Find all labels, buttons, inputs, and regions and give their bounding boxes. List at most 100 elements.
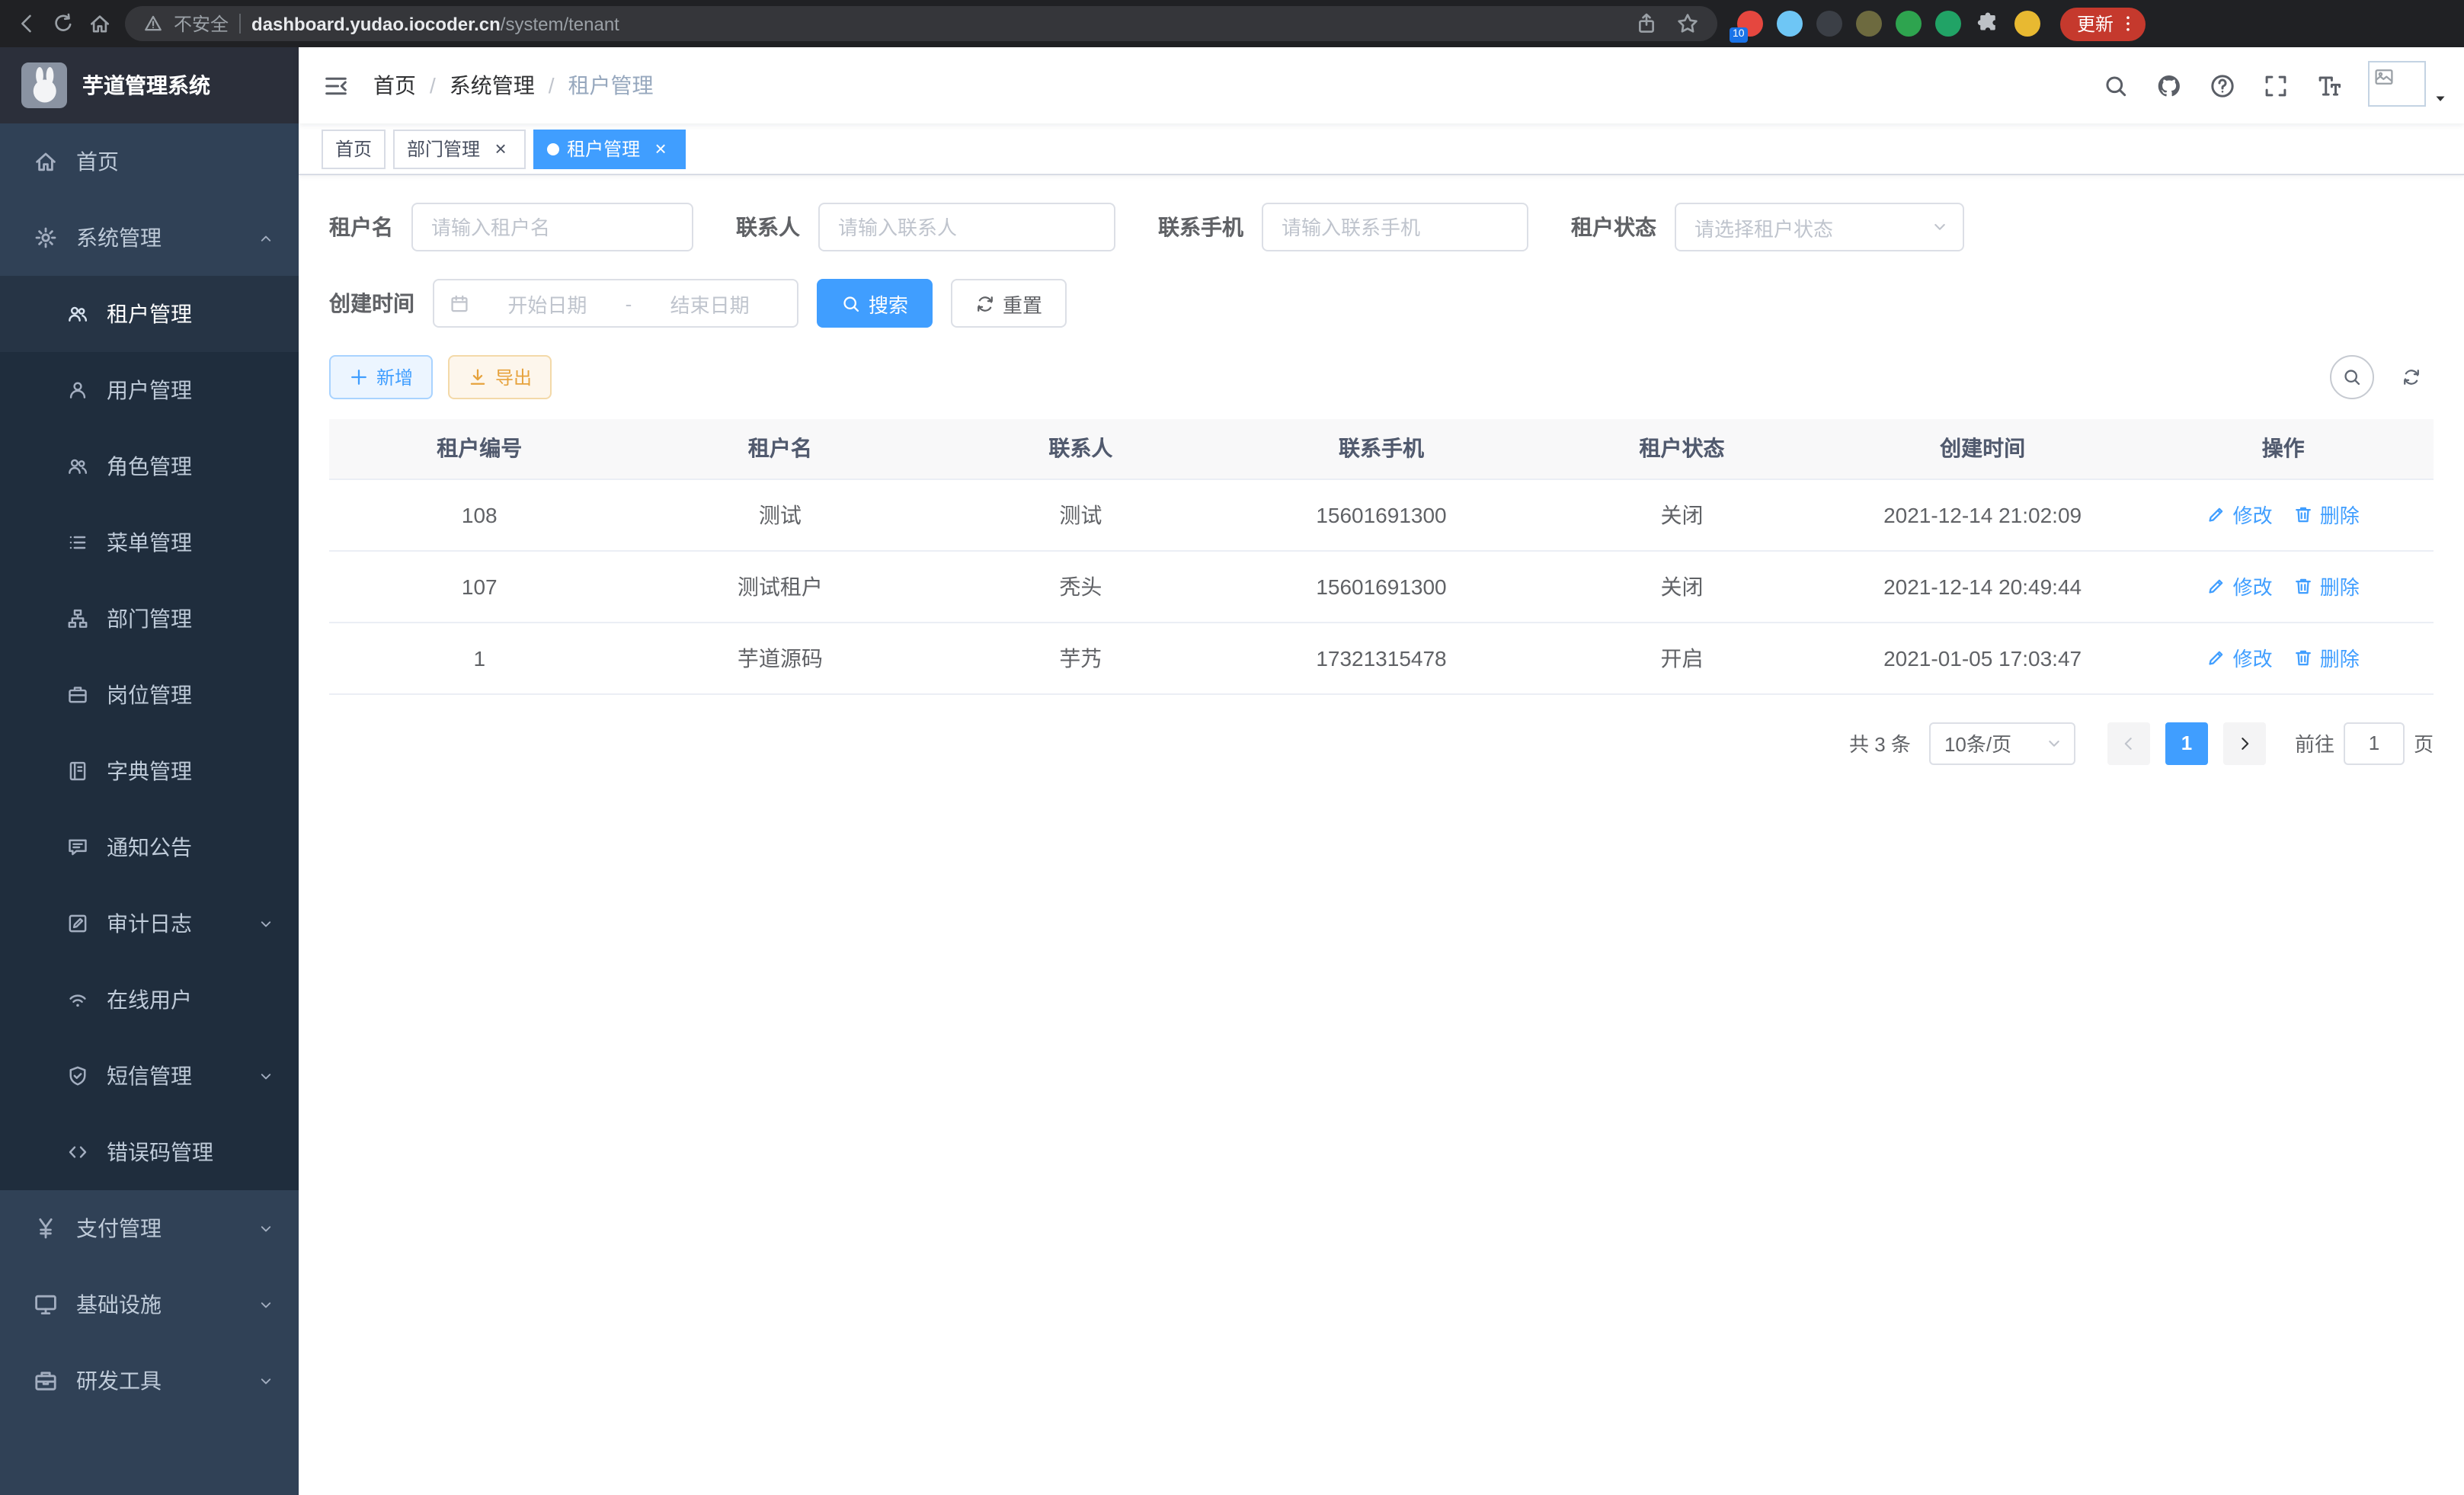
page-1-button[interactable]: 1 [2165,722,2208,764]
toggle-search-button[interactable] [2330,355,2374,399]
page-content: 租户名 联系人 联系手机 租户状态 请选择租户状态 [299,175,2464,1495]
sidebar-item-label: 岗位管理 [107,680,192,710]
edit-button[interactable]: 修改 [2207,643,2273,672]
add-button[interactable]: 新增 [329,355,433,399]
extension-icon[interactable]: 10 [1737,11,1763,37]
sidebar-item-sms[interactable]: 短信管理 [0,1038,299,1114]
refresh-icon [2402,367,2421,387]
edit-button[interactable]: 修改 [2207,571,2273,600]
header-search-icon[interactable] [2089,72,2142,98]
tab-home[interactable]: 首页 [322,129,386,168]
extension-icon[interactable] [1896,11,1922,37]
extension-icon[interactable] [1816,11,1842,37]
close-icon[interactable]: × [489,137,512,160]
table-cell: 测试租户 [630,550,931,622]
close-icon[interactable]: × [649,137,672,160]
user-avatar-menu[interactable] [2368,61,2449,110]
sidebar-item-audit[interactable]: 审计日志 [0,885,299,962]
app-logo[interactable]: 芋道管理系统 [0,47,299,123]
chevron-down-icon [258,1372,274,1389]
breadcrumb-separator: / [430,73,436,98]
profile-avatar[interactable] [2014,11,2040,37]
sidebar-item-post[interactable]: 岗位管理 [0,657,299,733]
breadcrumb-separator: / [549,73,555,98]
tenant-status-select[interactable]: 请选择租户状态 [1675,203,1964,251]
fullscreen-icon[interactable] [2249,72,2302,98]
column-header: 操作 [2133,419,2434,479]
extensions-menu-icon[interactable] [1975,11,2001,37]
table-row: 107测试租户秃头15601691300关闭2021-12-14 20:49:4… [329,550,2434,622]
tree-icon [67,608,88,629]
caret-down-icon [2432,90,2449,107]
breadcrumb-home[interactable]: 首页 [373,70,416,101]
page-size-select[interactable]: 10条/页 [1929,722,2075,764]
collapse-sidebar-button[interactable] [299,72,373,98]
home-icon [34,149,58,174]
browser-update-button[interactable]: 更新 [2060,7,2146,40]
mobile-input[interactable] [1262,203,1528,251]
top-navbar: 首页 / 系统管理 / 租户管理 [299,47,2464,123]
sidebar-item-role[interactable]: 角色管理 [0,428,299,504]
sidebar-item-home[interactable]: 首页 [0,123,299,200]
column-header: 租户名 [630,419,931,479]
delete-button[interactable]: 删除 [2294,571,2360,600]
breadcrumb-system[interactable]: 系统管理 [450,70,535,101]
reset-button[interactable]: 重置 [951,279,1067,328]
app-root: 不安全 dashboard.yudao.iocoder.cn/system/te… [0,0,2464,1495]
edit-button[interactable]: 修改 [2207,500,2273,529]
tab-tenant[interactable]: 租户管理× [533,129,686,168]
delete-button[interactable]: 删除 [2294,643,2360,672]
browser-menu-icon[interactable] [2118,14,2138,34]
delete-button[interactable]: 删除 [2294,500,2360,529]
table-cell: 15601691300 [1231,550,1532,622]
bookmark-star-icon[interactable] [1676,12,1699,35]
goto-label: 前往 [2295,728,2334,757]
sidebar-item-tenant[interactable]: 租户管理 [0,276,299,352]
omnibox-divider [239,14,241,34]
sidebar-item-devtool[interactable]: 研发工具 [0,1343,299,1419]
online-icon [67,989,88,1010]
goto-page-input[interactable] [2344,722,2405,764]
sidebar-item-dict[interactable]: 字典管理 [0,733,299,809]
table-cell: 2021-12-14 20:49:44 [1832,550,2133,622]
sidebar-item-pay[interactable]: 支付管理 [0,1190,299,1266]
trash-icon [2294,504,2314,524]
app-title: 芋道管理系统 [82,70,210,101]
extension-icon[interactable] [1856,11,1882,37]
search-button[interactable]: 搜索 [817,279,933,328]
browser-reload-icon[interactable] [52,12,75,35]
font-size-icon[interactable] [2302,72,2356,98]
extension-icon[interactable] [1935,11,1961,37]
tab-dept[interactable]: 部门管理× [393,129,526,168]
table-row: 1芋道源码芋艿17321315478开启2021-01-05 17:03:47修… [329,622,2434,693]
sidebar-item-errcode[interactable]: 错误码管理 [0,1114,299,1190]
chevron-up-icon [258,229,274,246]
table-cell: 测试 [930,479,1231,550]
help-icon[interactable] [2196,72,2249,98]
address-bar[interactable]: 不安全 dashboard.yudao.iocoder.cn/system/te… [125,6,1717,41]
export-button[interactable]: 导出 [448,355,552,399]
sidebar-item-system[interactable]: 系统管理 [0,200,299,276]
sidebar-item-menu[interactable]: 菜单管理 [0,504,299,581]
workspace: 芋道管理系统 首页系统管理租户管理用户管理角色管理菜单管理部门管理岗位管理字典管… [0,47,2464,1495]
browser-back-icon[interactable] [15,12,38,35]
browser-home-icon[interactable] [88,12,111,35]
refresh-table-button[interactable] [2389,355,2434,399]
extension-icon[interactable] [1777,11,1803,37]
contact-input[interactable] [818,203,1115,251]
table-cell: 测试 [630,479,931,550]
tenant-name-input[interactable] [411,203,693,251]
sidebar-item-infra[interactable]: 基础设施 [0,1266,299,1343]
tags-view: 首页部门管理×租户管理× [299,123,2464,175]
sidebar-item-online[interactable]: 在线用户 [0,962,299,1038]
page-unit-label: 页 [2414,728,2434,757]
sidebar-item-dept[interactable]: 部门管理 [0,581,299,657]
prev-page-button[interactable] [2107,722,2150,764]
sidebar-item-notice[interactable]: 通知公告 [0,809,299,885]
next-page-button[interactable] [2223,722,2266,764]
github-icon[interactable] [2142,72,2196,98]
sidebar-item-user[interactable]: 用户管理 [0,352,299,428]
share-icon[interactable] [1635,12,1658,35]
sidebar-item-label: 研发工具 [76,1365,162,1396]
create-time-range-picker[interactable]: 开始日期 - 结束日期 [433,279,798,328]
